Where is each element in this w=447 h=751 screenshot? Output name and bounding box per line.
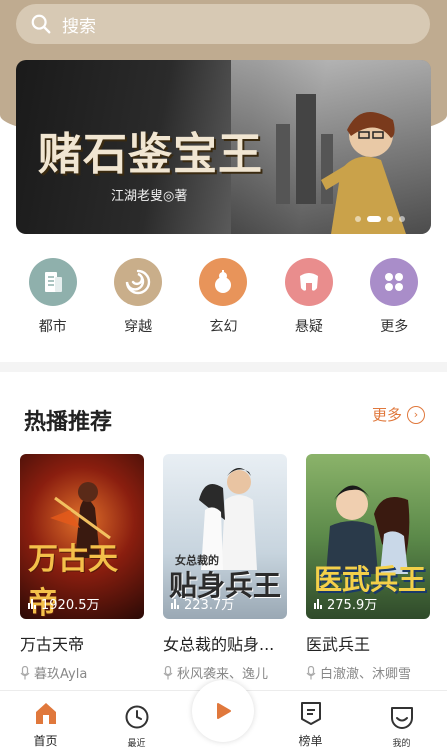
- banner-author: 江湖老叟◎著: [111, 189, 188, 204]
- search-icon: [31, 14, 51, 34]
- nav-label: 最近: [127, 739, 146, 749]
- carousel-dot[interactable]: [355, 216, 361, 222]
- microphone-icon: [306, 665, 316, 679]
- category-label: 悬疑: [294, 319, 323, 335]
- smile-icon: [389, 704, 415, 730]
- swirl-icon: [114, 258, 163, 306]
- category-suspense[interactable]: 悬疑: [274, 258, 344, 336]
- nav-label: 首页: [33, 734, 58, 748]
- book-card[interactable]: 医武兵王 275.9万 医武兵王 白澈澈、沐卿雪: [306, 454, 430, 682]
- category-label: 都市: [38, 319, 67, 335]
- book-card[interactable]: 女总裁的 贴身兵王 223.7万 女总裁的贴身... 秋风袭来、逸儿: [163, 454, 287, 682]
- category-row: 都市 穿越 玄幻 悬疑 更多: [0, 258, 447, 336]
- book-list: 万古天帝 1920.5万 万古天帝 暮玖Ayla 女总裁的 贴身兵王 223.7…: [20, 454, 430, 682]
- category-city[interactable]: 都市: [18, 258, 88, 336]
- nav-ranking[interactable]: 榜单: [276, 700, 346, 749]
- book-title: 女总裁的贴身...: [163, 635, 275, 654]
- nav-label: 我的: [392, 739, 411, 749]
- banner-character-image: [321, 112, 406, 234]
- book-author: 暮玖Ayla: [20, 663, 144, 682]
- nav-mine[interactable]: 我的: [367, 704, 437, 749]
- mask-icon: [284, 258, 333, 306]
- home-icon: [33, 700, 59, 726]
- category-label: 玄幻: [209, 319, 238, 335]
- microphone-icon: [20, 665, 30, 679]
- play-count: 223.7万: [171, 594, 234, 613]
- carousel-indicator: [355, 216, 405, 222]
- book-cover: 万古天帝 1920.5万: [20, 454, 144, 619]
- play-count-icon: [171, 598, 179, 609]
- microphone-icon: [163, 665, 173, 679]
- clover-icon: [370, 258, 419, 306]
- book-title: 医武兵王: [306, 635, 371, 654]
- search-placeholder: 搜索: [62, 16, 96, 37]
- play-count: 1920.5万: [28, 594, 100, 613]
- section-title: 热播推荐: [24, 410, 113, 435]
- category-time-travel[interactable]: 穿越: [103, 258, 173, 336]
- search-bar[interactable]: 搜索: [16, 4, 430, 44]
- banner-carousel[interactable]: 赌石鉴宝王 江湖老叟◎著: [16, 60, 431, 234]
- play-icon: [217, 703, 231, 719]
- category-fantasy[interactable]: 玄幻: [188, 258, 258, 336]
- gourd-icon: [199, 258, 248, 306]
- nav-label: 榜单: [298, 734, 323, 748]
- book-title: 万古天帝: [20, 635, 85, 654]
- more-button[interactable]: 更多 ›: [372, 404, 425, 425]
- chevron-right-icon: ›: [407, 405, 425, 424]
- category-more[interactable]: 更多: [359, 258, 429, 336]
- play-count-icon: [314, 598, 322, 609]
- player-button[interactable]: [192, 680, 254, 742]
- play-count-icon: [28, 598, 36, 609]
- clock-icon: [124, 704, 150, 730]
- book-icon: [28, 258, 77, 306]
- carousel-dot[interactable]: [399, 216, 405, 222]
- book-cover: 医武兵王 275.9万: [306, 454, 430, 619]
- carousel-dot[interactable]: [387, 216, 393, 222]
- play-count: 275.9万: [314, 594, 377, 613]
- book-cover: 女总裁的 贴身兵王 223.7万: [163, 454, 287, 619]
- book-card[interactable]: 万古天帝 1920.5万 万古天帝 暮玖Ayla: [20, 454, 144, 682]
- nav-recent[interactable]: 最近: [102, 704, 172, 749]
- nav-home[interactable]: 首页: [11, 700, 81, 749]
- section-divider: [0, 362, 447, 372]
- category-label: 穿越: [124, 319, 153, 335]
- banner-title: 赌石鉴宝王: [38, 129, 263, 180]
- more-label: 更多: [371, 406, 402, 424]
- list-icon: [298, 700, 324, 726]
- carousel-dot-active[interactable]: [367, 216, 381, 222]
- book-author: 白澈澈、沐卿雪: [306, 663, 430, 682]
- category-label: 更多: [380, 319, 409, 335]
